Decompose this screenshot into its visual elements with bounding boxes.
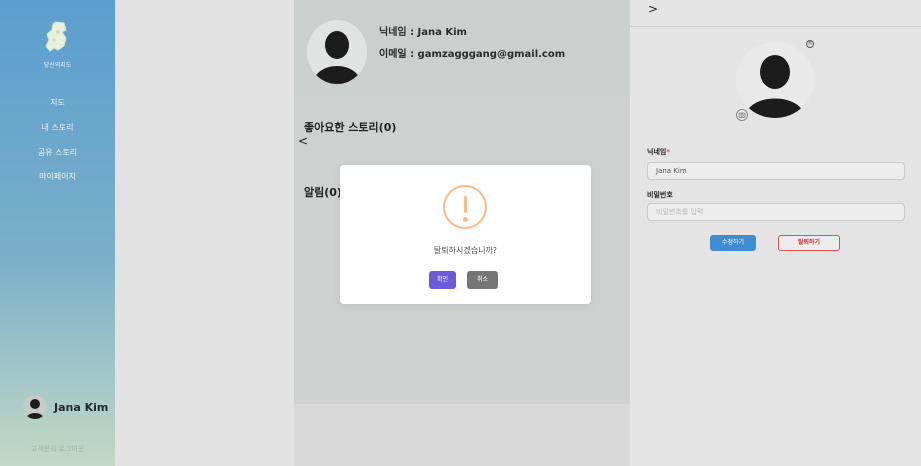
update-button[interactable]: 수정하기 bbox=[710, 235, 756, 251]
divider bbox=[630, 26, 921, 27]
logout-link[interactable]: 고객문의 로그아웃 bbox=[0, 444, 115, 454]
logo-text: 당신의지도 bbox=[43, 62, 72, 69]
registered-icon: ® bbox=[806, 40, 814, 48]
profile-email: 이메일 : gamzagggang@gmail.com bbox=[379, 49, 566, 60]
sidebar-item-mypage[interactable]: 마이페이지 bbox=[0, 171, 115, 182]
profile-nickname: 닉네임 : Jana Kim bbox=[379, 27, 467, 38]
profile-avatar bbox=[307, 20, 367, 84]
sidebar-item-shared-stories[interactable]: 공유 스토리 bbox=[0, 147, 115, 158]
profile-edit-panel: > ® 닉네임* Jana Kim 비밀번호 비밀번호를 입력 수정하기 탈퇴하… bbox=[630, 0, 921, 466]
chevron-left-icon[interactable]: < bbox=[298, 134, 308, 148]
chevron-right-icon[interactable]: > bbox=[648, 2, 658, 16]
password-input[interactable]: 비밀번호를 입력 bbox=[647, 203, 905, 221]
edit-avatar bbox=[736, 42, 814, 118]
warning-icon bbox=[443, 185, 487, 229]
sidebar-item-my-stories[interactable]: 내 스토리 bbox=[0, 122, 115, 133]
panel-footer bbox=[294, 404, 630, 466]
modal-message: 탈퇴하시겠습니까? bbox=[433, 246, 498, 255]
cancel-button[interactable]: 취소 bbox=[467, 271, 498, 289]
confirm-button[interactable]: 확인 bbox=[429, 271, 456, 289]
withdraw-button[interactable]: 탈퇴하기 bbox=[778, 235, 840, 251]
password-label: 비밀번호 bbox=[647, 191, 673, 199]
profile-card: 닉네임 : Jana Kim 이메일 : gamzagggang@gmail.c… bbox=[294, 0, 630, 97]
user-silhouette-icon bbox=[313, 31, 361, 84]
alerts-title: 알림(0) bbox=[304, 186, 342, 199]
confirm-modal: 탈퇴하시겠습니까? 확인 취소 bbox=[340, 165, 591, 304]
sidebar-item-map[interactable]: 지도 bbox=[0, 97, 115, 108]
required-mark: * bbox=[666, 148, 670, 156]
sidebar: 당신의지도 지도 내 스토리 공유 스토리 마이페이지 Jana Kim 고객문… bbox=[0, 0, 115, 466]
nickname-input[interactable]: Jana Kim bbox=[647, 162, 905, 180]
sidebar-user-name: Jana Kim bbox=[54, 400, 109, 414]
liked-stories-title: 좋아요한 스토리(0) bbox=[304, 121, 397, 134]
user-silhouette-icon bbox=[745, 55, 805, 118]
user-silhouette-icon bbox=[26, 399, 44, 419]
camera-icon[interactable] bbox=[736, 109, 748, 121]
nickname-label: 닉네임* bbox=[647, 148, 670, 156]
avatar bbox=[23, 395, 47, 419]
sidebar-user[interactable]: Jana Kim bbox=[23, 395, 108, 419]
